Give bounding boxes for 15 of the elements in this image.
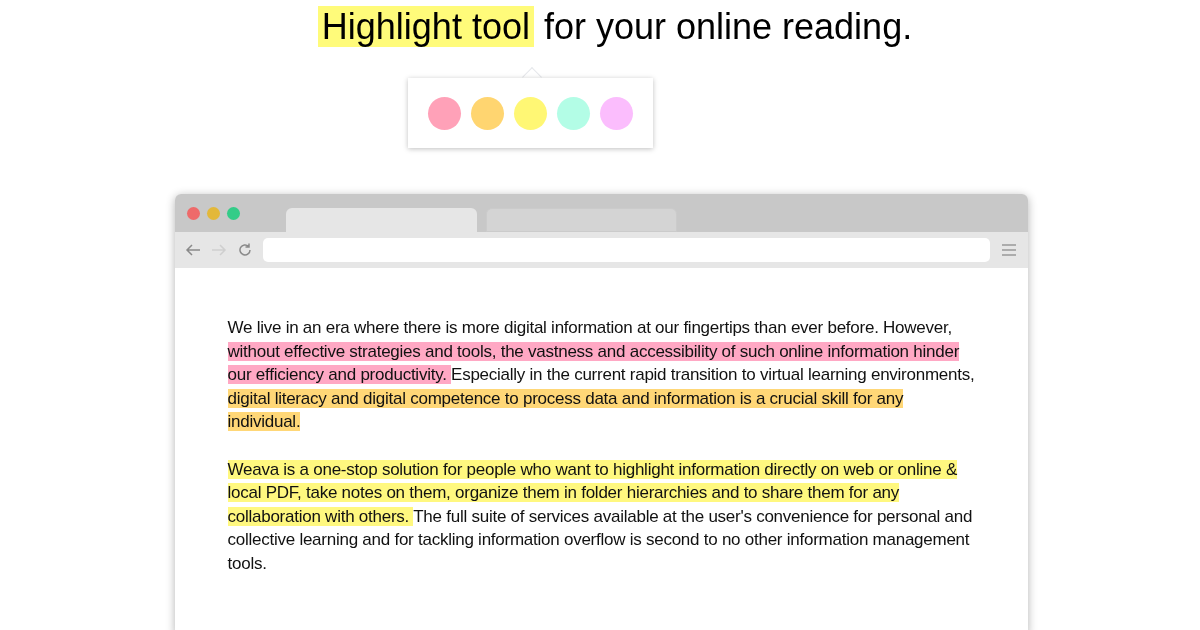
browser-tab[interactable] <box>285 208 477 232</box>
address-bar[interactable] <box>262 238 990 262</box>
color-swatch[interactable] <box>513 96 547 130</box>
color-swatch[interactable] <box>556 96 590 130</box>
browser-tab[interactable] <box>485 208 677 232</box>
minimize-window-icon[interactable] <box>206 206 220 220</box>
back-arrow-icon[interactable] <box>184 242 201 258</box>
maximize-window-icon[interactable] <box>226 206 240 220</box>
color-swatch[interactable] <box>470 96 504 130</box>
reload-icon[interactable] <box>236 242 253 258</box>
menu-icon[interactable] <box>1001 244 1016 256</box>
color-swatch[interactable] <box>599 96 633 130</box>
color-swatch[interactable] <box>427 96 461 130</box>
headline: Highlight tool for your online reading. <box>317 2 913 52</box>
close-window-icon[interactable] <box>186 206 200 220</box>
